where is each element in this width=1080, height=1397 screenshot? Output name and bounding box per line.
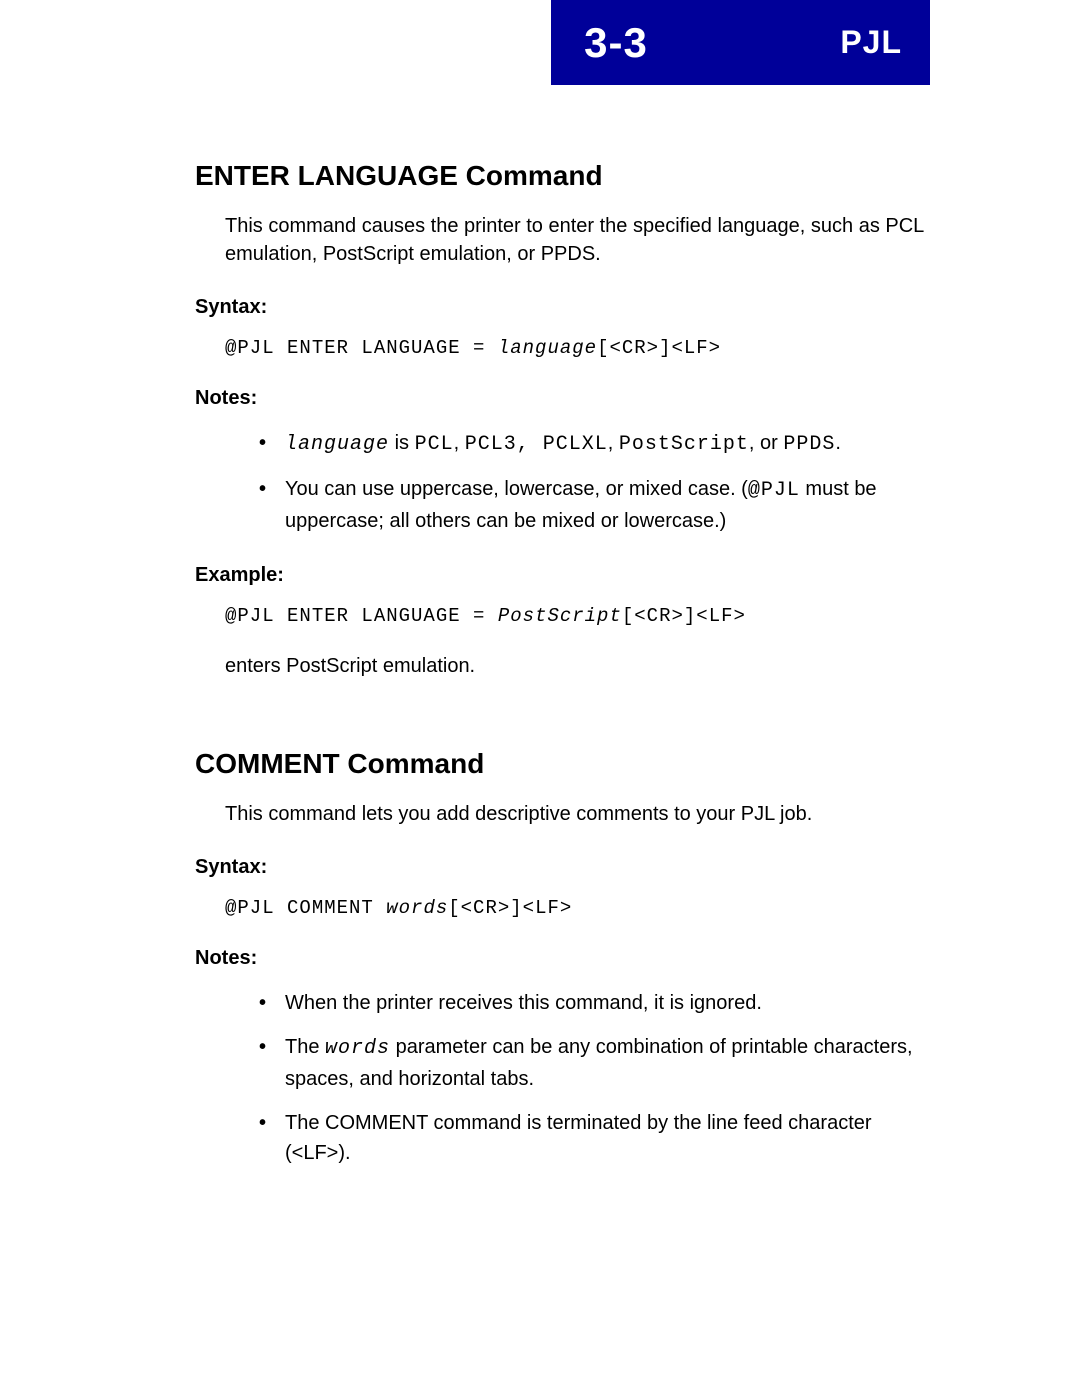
syntax-code: @PJL ENTER LANGUAGE = language[<CR>]<LF> [225, 337, 930, 359]
example-result: enters PostScript emulation. [225, 655, 930, 678]
note-item: The words parameter can be any combinati… [285, 1032, 930, 1094]
note1-sep1: , [454, 432, 465, 454]
notes-label: Notes: [195, 387, 930, 410]
note1-sep2: , [608, 432, 619, 454]
example-prefix: @PJL ENTER LANGUAGE = [225, 605, 498, 627]
notes-list-1: language is PCL, PCL3, PCLXL, PostScript… [285, 428, 930, 536]
note-item: You can use uppercase, lowercase, or mix… [285, 474, 930, 536]
example-code: @PJL ENTER LANGUAGE = PostScript[<CR>]<L… [225, 605, 930, 627]
page-number: 3-3 [584, 19, 648, 67]
syntax-prefix: @PJL ENTER LANGUAGE = [225, 337, 498, 359]
s2-note2-var: words [325, 1037, 390, 1060]
syntax-label-2: Syntax: [195, 856, 930, 879]
note1-opt1: PCL [415, 433, 454, 456]
section-comment: COMMENT Command This command lets you ad… [195, 748, 930, 1168]
example-label: Example: [195, 564, 930, 587]
note-item: When the printer receives this command, … [285, 988, 930, 1018]
note1-var: language [285, 433, 389, 456]
s2-note2-a: The [285, 1036, 325, 1058]
section-heading-comment: COMMENT Command [195, 748, 930, 780]
notes-label-2: Notes: [195, 947, 930, 970]
syntax-label: Syntax: [195, 296, 930, 319]
syntax-code-2: @PJL COMMENT words[<CR>]<LF> [225, 897, 930, 919]
syntax-var: language [498, 337, 597, 359]
note2-code: @PJL [748, 479, 800, 502]
syntax2-var: words [386, 897, 448, 919]
page-number-box: 3-3 [551, 0, 681, 85]
page-content: ENTER LANGUAGE Command This command caus… [195, 160, 930, 1196]
note1-mid: is [389, 432, 415, 454]
note1-end: . [835, 432, 841, 454]
section1-intro: This command causes the printer to enter… [225, 212, 930, 268]
section-heading-enter-language: ENTER LANGUAGE Command [195, 160, 930, 192]
header-title: PJL [840, 24, 902, 61]
note2-a: You can use uppercase, lowercase, or mix… [285, 478, 748, 500]
syntax2-prefix: @PJL COMMENT [225, 897, 386, 919]
note-item: The COMMENT command is terminated by the… [285, 1108, 930, 1168]
note1-opt2: PCL3, PCLXL [465, 433, 608, 456]
syntax2-suffix: [<CR>]<LF> [448, 897, 572, 919]
syntax-suffix: [<CR>]<LF> [597, 337, 721, 359]
example-var: PostScript [498, 605, 622, 627]
note-item: language is PCL, PCL3, PCLXL, PostScript… [285, 428, 930, 460]
note1-sep3: , or [749, 432, 783, 454]
example-suffix: [<CR>]<LF> [622, 605, 746, 627]
notes-list-2: When the printer receives this command, … [285, 988, 930, 1168]
section2-intro: This command lets you add descriptive co… [225, 800, 930, 828]
note1-opt4: PPDS [783, 433, 835, 456]
note1-opt3: PostScript [619, 433, 749, 456]
